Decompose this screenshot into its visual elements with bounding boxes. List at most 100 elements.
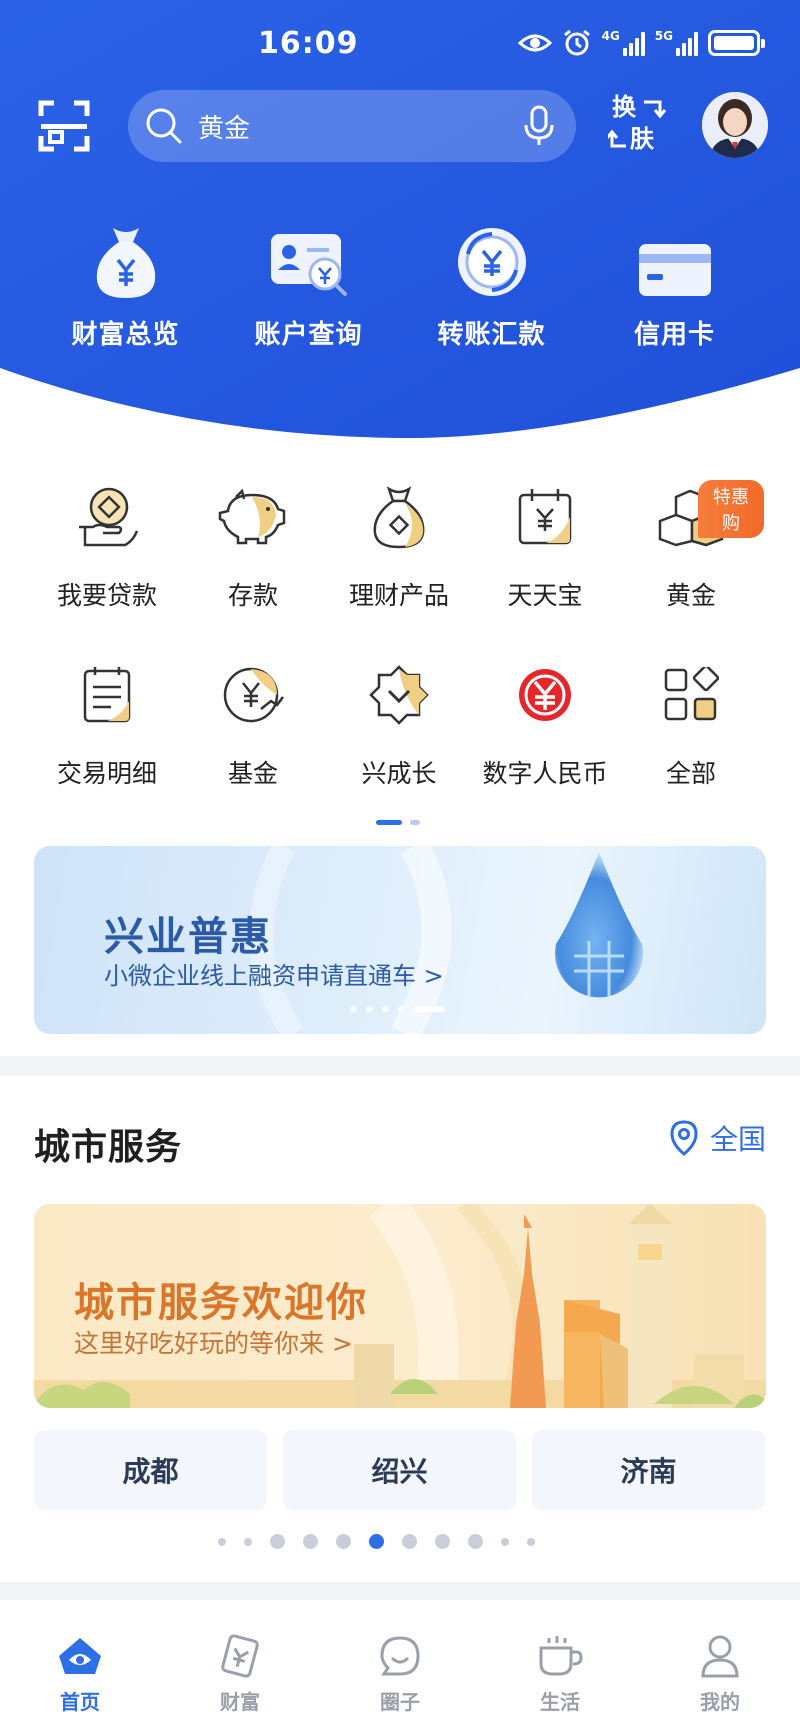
signal-5g-icon: 5G <box>655 30 698 56</box>
transfer-icon <box>457 228 526 296</box>
banner-title: 兴业普惠 <box>104 914 272 960</box>
loan-icon <box>79 487 139 547</box>
credit-card-icon <box>638 244 711 296</box>
service-label: 理财产品 <box>348 581 449 610</box>
tab-label: 生活 <box>540 1690 580 1714</box>
account-card-icon <box>270 234 347 296</box>
status-bar: 16:09 4G 5G <box>0 0 800 90</box>
service-label: 交易明细 <box>56 759 157 788</box>
city-button-shaoxing[interactable]: 绍兴 <box>283 1430 516 1510</box>
service-label: 基金 <box>227 759 278 788</box>
wealth-bag-icon <box>373 486 425 549</box>
coffee-icon <box>539 1636 583 1676</box>
service-label: 全部 <box>665 759 716 788</box>
tab-profile[interactable]: 我的 <box>640 1626 800 1732</box>
quick-action-account-query[interactable]: 账户查询 <box>217 210 400 351</box>
quick-action-label: 账户查询 <box>254 320 363 350</box>
service-deposit[interactable]: 存款 <box>180 472 326 650</box>
wealth-icon <box>221 1634 259 1678</box>
tab-label: 首页 <box>60 1690 100 1714</box>
alarm-icon <box>563 29 590 56</box>
search-row: 黄金 换 肤 <box>0 88 800 168</box>
tab-circle[interactable]: 圈子 <box>320 1626 480 1732</box>
city-banner-title: 城市服务欢迎你 <box>74 1280 368 1326</box>
growth-icon <box>369 665 429 725</box>
all-apps-icon <box>664 667 719 721</box>
service-label: 存款 <box>227 581 278 610</box>
banner-page-indicator <box>350 1006 444 1012</box>
net-label-2: 5G <box>654 29 673 43</box>
bottom-tab-bar: 首页 财富 圈子 生活 我的 <box>0 1626 800 1732</box>
battery-icon <box>708 30 765 56</box>
calendar-yuan-icon <box>518 489 572 545</box>
profile-icon <box>701 1635 739 1678</box>
eye-icon <box>517 34 552 52</box>
grid-page-indicator <box>376 820 420 825</box>
digital-rmb-icon <box>519 669 571 721</box>
tab-label: 圈子 <box>380 1690 420 1714</box>
city-banner-subtitle: 这里好吃好玩的等你来 > <box>74 1329 353 1358</box>
tab-wealth[interactable]: 财富 <box>160 1626 320 1732</box>
scan-icon[interactable] <box>38 100 90 152</box>
service-fund[interactable]: 基金 <box>180 650 326 828</box>
city-banner[interactable]: 城市服务欢迎你 这里好吃好玩的等你来 > <box>34 1204 766 1408</box>
status-icons: 4G 5G <box>517 28 765 58</box>
avatar[interactable] <box>702 92 768 158</box>
signal-4g-icon: 4G <box>602 30 645 56</box>
quick-action-credit-card[interactable]: 信用卡 <box>583 210 766 351</box>
city-services-title: 城市服务 <box>34 1127 183 1168</box>
service-digital-rmb[interactable]: 数字人民币 <box>472 650 618 828</box>
city-button-chengdu[interactable]: 成都 <box>34 1430 267 1510</box>
money-bag-icon <box>96 228 155 298</box>
promo-banner[interactable]: 兴业普惠 小微企业线上融资申请直通车 > <box>34 846 766 1034</box>
search-icon <box>146 108 182 144</box>
quick-actions: 财富总览 账户查询 转账汇款 信用卡 <box>0 210 800 351</box>
service-label: 数字人民币 <box>482 759 608 788</box>
quick-action-wealth-overview[interactable]: 财富总览 <box>34 210 217 351</box>
banner-subtitle: 小微企业线上融资申请直通车 > <box>104 962 444 990</box>
service-transaction-details[interactable]: 交易明细 <box>34 650 180 828</box>
microphone-icon[interactable] <box>524 105 554 147</box>
change-skin-button[interactable]: 换 肤 <box>608 92 670 156</box>
fund-icon <box>223 667 284 723</box>
tab-label: 我的 <box>700 1690 740 1714</box>
city-location-selector[interactable]: 全国 <box>670 1118 766 1158</box>
service-loan[interactable]: 我要贷款 <box>34 472 180 650</box>
service-label: 我要贷款 <box>56 581 157 610</box>
tab-label: 财富 <box>220 1690 260 1714</box>
city-shortcuts: 成都 绍兴 济南 <box>34 1430 766 1510</box>
ledger-icon <box>83 667 131 723</box>
search-input[interactable]: 黄金 <box>198 108 524 145</box>
tab-life[interactable]: 生活 <box>480 1626 640 1732</box>
service-label: 天天宝 <box>507 581 583 610</box>
city-location-label: 全国 <box>709 1123 766 1156</box>
service-wealth-products[interactable]: 理财产品 <box>326 472 472 650</box>
city-button-jinan[interactable]: 济南 <box>532 1430 765 1510</box>
swap-arrows-icon <box>608 100 667 148</box>
avatar-image <box>702 92 768 158</box>
service-tiantianbao[interactable]: 天天宝 <box>472 472 618 650</box>
header-area: 16:09 4G 5G 黄金 换 肤 财富总览 账户查询 转账汇款 信用卡 <box>0 0 800 440</box>
service-all[interactable]: 全部 <box>618 650 764 828</box>
service-grid: 我要贷款 存款 理财产品 天天宝 特惠购 黄金 交易明细 基金 兴成长 数字人民… <box>0 472 800 828</box>
net-label-1: 4G <box>601 29 620 43</box>
quick-action-label: 转账汇款 <box>437 320 546 350</box>
section-divider <box>0 1582 800 1600</box>
service-gold[interactable]: 特惠购 黄金 <box>618 472 764 650</box>
status-time: 16:09 <box>258 26 359 61</box>
section-divider <box>0 1056 800 1076</box>
piggy-bank-icon <box>218 489 286 545</box>
location-pin-icon <box>670 1120 698 1156</box>
service-growth[interactable]: 兴成长 <box>326 650 472 828</box>
home-icon <box>59 1638 101 1674</box>
service-label: 兴成长 <box>361 759 437 788</box>
city-page-indicator <box>218 1534 535 1549</box>
circle-icon <box>380 1636 420 1676</box>
quick-action-label: 信用卡 <box>633 320 715 350</box>
service-label: 黄金 <box>665 581 716 610</box>
quick-action-transfer[interactable]: 转账汇款 <box>400 210 583 351</box>
search-bar[interactable]: 黄金 <box>128 90 576 162</box>
promo-badge: 特惠购 <box>698 480 764 538</box>
tab-home[interactable]: 首页 <box>0 1626 160 1732</box>
quick-action-label: 财富总览 <box>71 320 180 350</box>
